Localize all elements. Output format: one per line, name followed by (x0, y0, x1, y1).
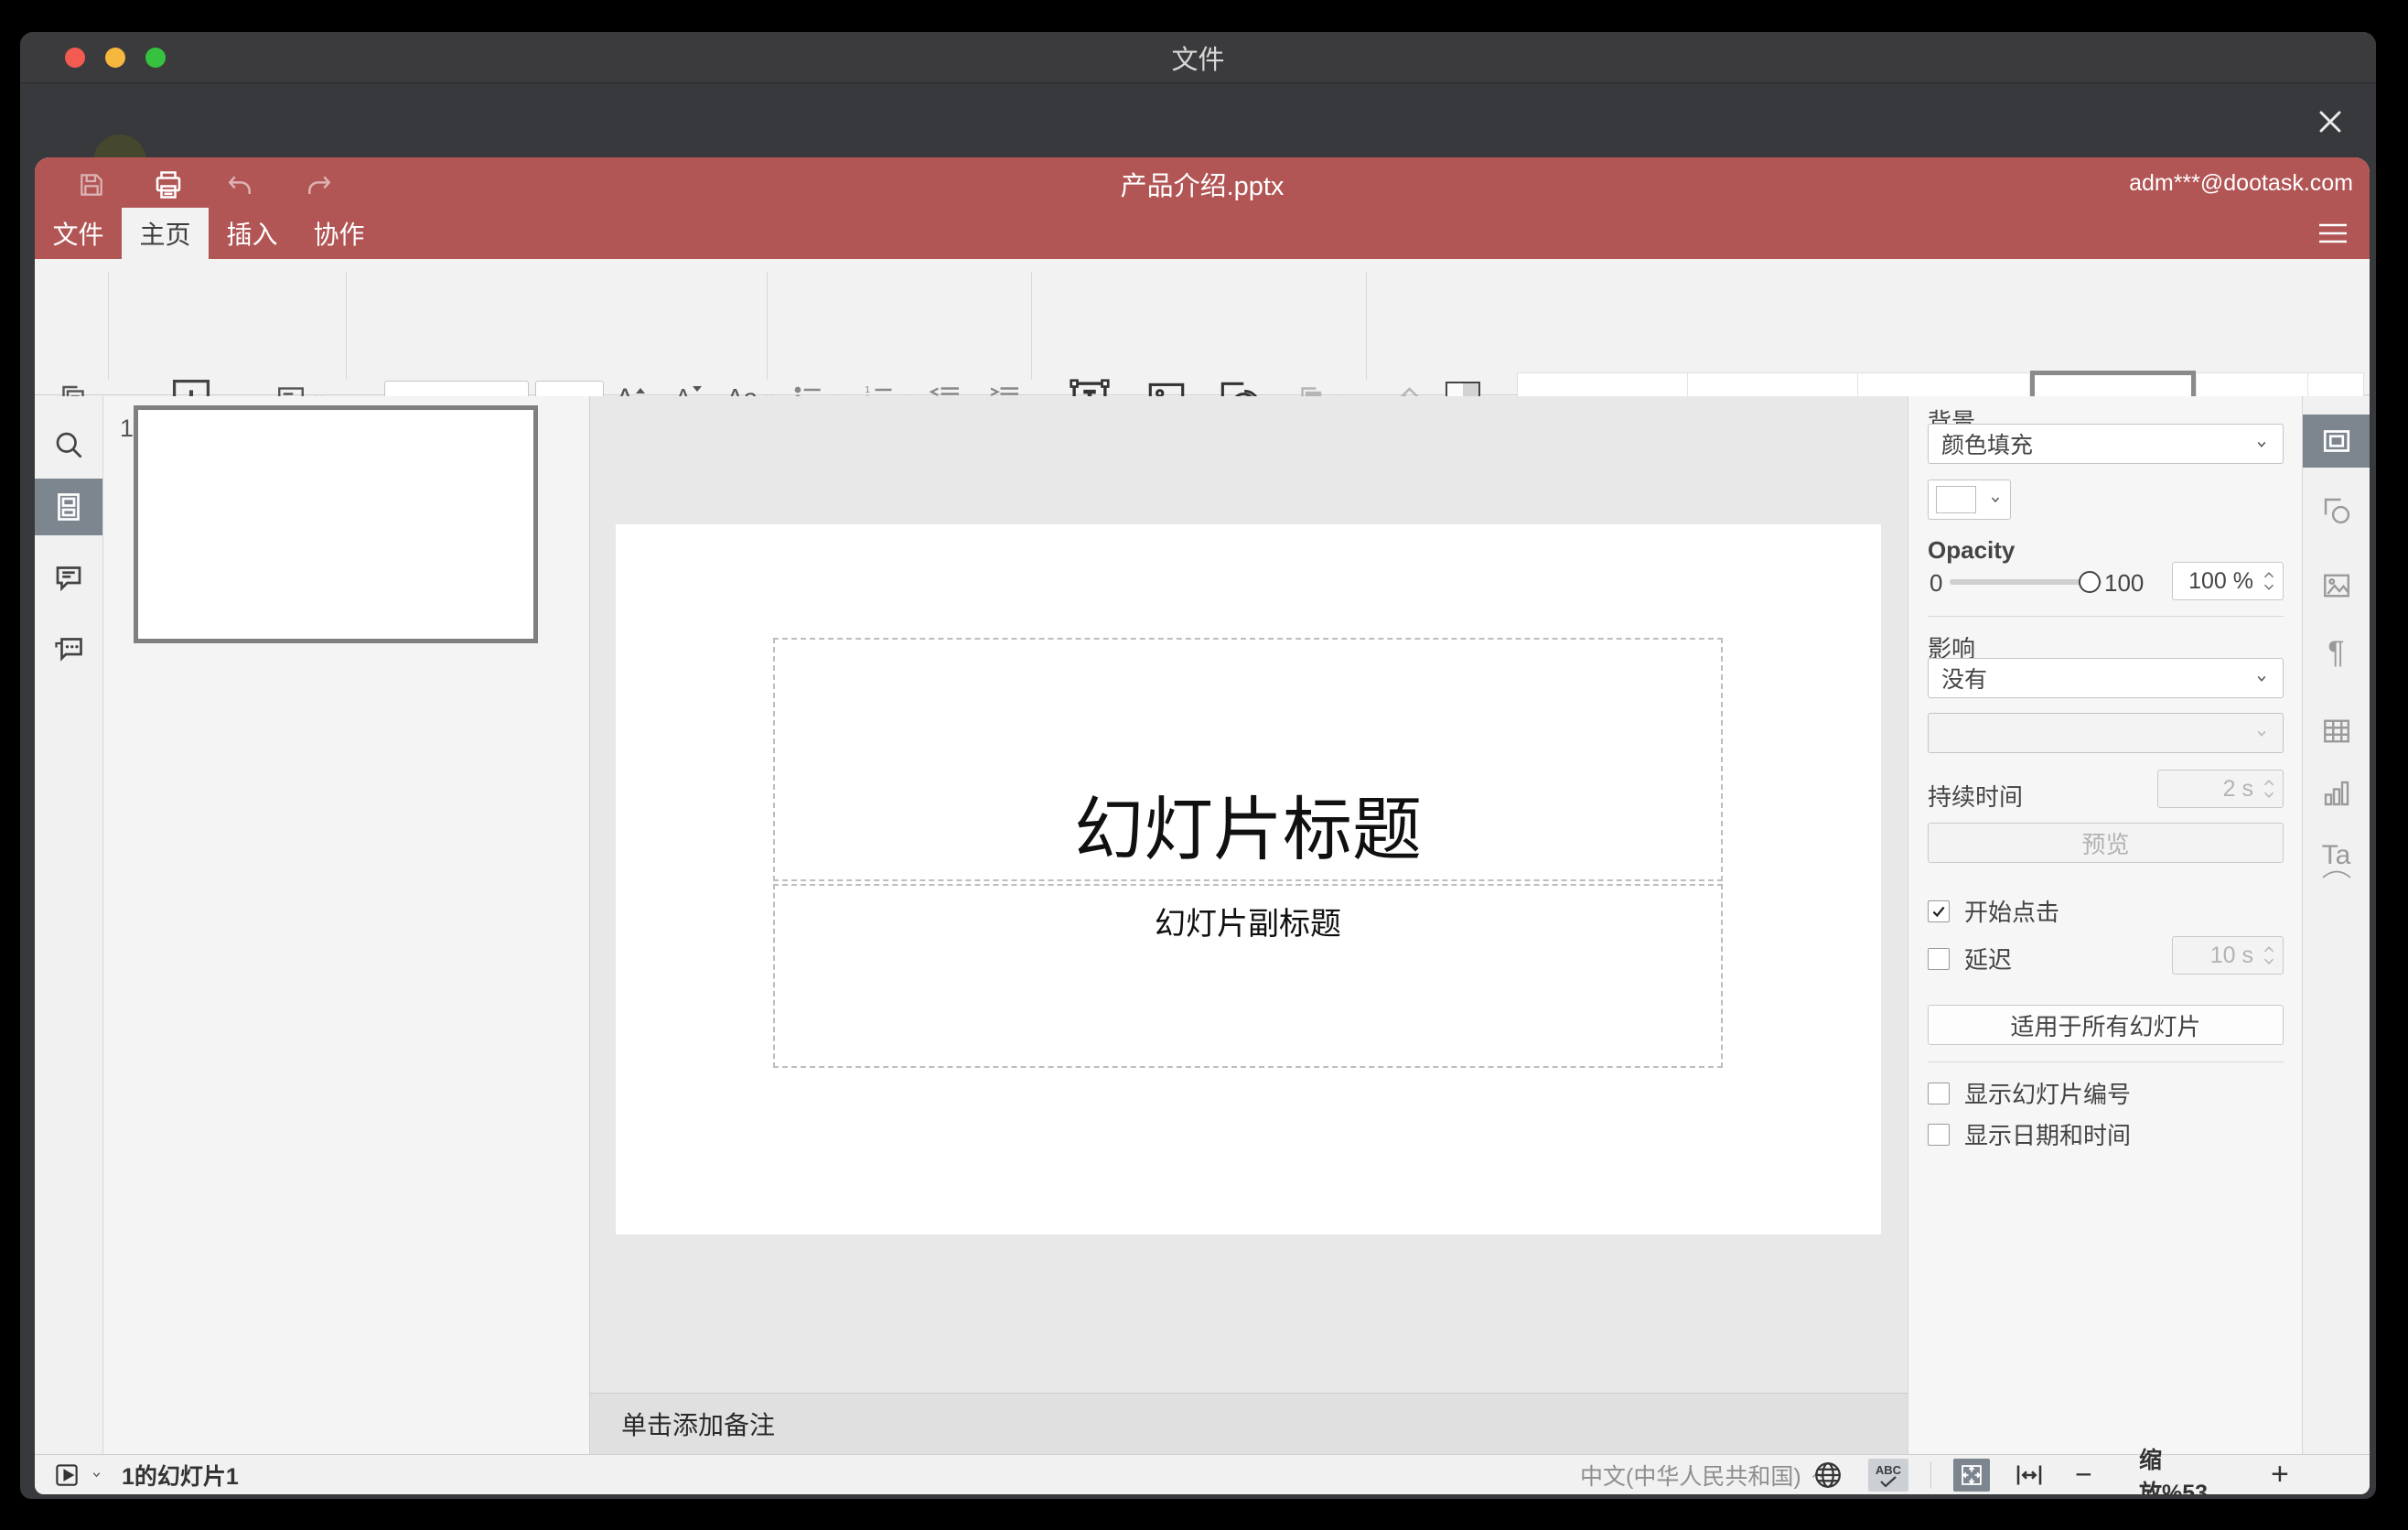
zoom-level[interactable]: 缩放%53 (2139, 1448, 2231, 1495)
effect-select[interactable]: 没有 (1928, 658, 2284, 698)
right-sidebar: ¶ Ta (2302, 396, 2370, 1454)
slides-panel-icon[interactable] (35, 479, 102, 535)
image-settings-icon[interactable] (2303, 559, 2370, 612)
textart-settings-icon[interactable]: Ta (2303, 834, 2370, 887)
paragraph-settings-icon[interactable]: ¶ (2303, 626, 2370, 679)
macos-titlebar: 文件 (20, 32, 2376, 83)
chevron-down-icon (2257, 730, 2266, 737)
show-slide-number-row[interactable]: 显示幻灯片编号 (1928, 1076, 2131, 1110)
delay-row[interactable]: 延迟 (1928, 942, 2012, 975)
document-title: 产品介绍.pptx (1120, 172, 1285, 201)
chevron-down-icon (2257, 675, 2266, 682)
chart-settings-icon[interactable] (2303, 767, 2370, 820)
start-on-click-row[interactable]: 开始点击 (1928, 894, 2059, 928)
slide-settings-panel: 背景 颜色填充 Opacity 0 100 100 % 影响 没有 持续时间 2… (1908, 396, 2302, 1454)
apply-to-all-button[interactable]: 适用于所有幻灯片 (1928, 1005, 2284, 1045)
fill-color-swatch-select[interactable] (1928, 479, 2011, 520)
search-icon[interactable] (35, 416, 102, 473)
opacity-input[interactable]: 100 % (2172, 562, 2284, 600)
app-window: 文件 产品介绍.pptx adm***@dootask.com 文件 主页 插入… (20, 32, 2376, 1499)
language-select[interactable]: 中文(中华人民共和国) (1580, 1455, 1823, 1494)
close-icon[interactable] (2310, 102, 2350, 142)
checkbox-checked-icon[interactable] (1928, 900, 1950, 922)
table-settings-icon[interactable] (2303, 705, 2370, 758)
ribbon-separator (1366, 272, 1367, 380)
show-date-time-row[interactable]: 显示日期和时间 (1928, 1117, 2131, 1151)
panel-divider (1928, 1061, 2284, 1062)
tab-insert[interactable]: 插入 (209, 208, 296, 259)
ribbon-tabs: 文件 主页 插入 协作 (35, 208, 382, 259)
tab-file[interactable]: 文件 (35, 208, 122, 259)
opacity-min-label: 0 (1930, 569, 1943, 597)
ribbon-separator (108, 272, 109, 380)
slide-thumbnail-number: 1 (120, 415, 134, 442)
slide-indicator: 1的幻灯片1 (122, 1463, 239, 1490)
fit-to-slide-icon[interactable] (1953, 1455, 1990, 1494)
ribbon-separator (1031, 272, 1032, 380)
slide-settings-icon[interactable] (2303, 415, 2370, 468)
left-sidebar (35, 396, 103, 1454)
notes-placeholder: 单击添加备注 (621, 1411, 776, 1439)
zoom-in-icon[interactable]: + (2271, 1455, 2289, 1494)
color-swatch (1936, 486, 1976, 513)
opacity-slider-thumb[interactable] (2079, 571, 2101, 593)
slide-canvas: 幻灯片标题 幻灯片副标题 (590, 396, 1908, 1393)
fill-type-select[interactable]: 颜色填充 (1928, 424, 2284, 464)
spinner-arrows[interactable] (2263, 779, 2275, 799)
slide-title-placeholder[interactable]: 幻灯片标题 (773, 638, 1723, 881)
duration-label: 持续时间 (1928, 783, 2024, 811)
zoom-out-icon[interactable]: − (2075, 1455, 2092, 1494)
editor-dialog: 产品介绍.pptx adm***@dootask.com 文件 主页 插入 协作 (35, 157, 2370, 1494)
chevron-down-icon (2257, 441, 2266, 447)
tab-home[interactable]: 主页 (122, 208, 209, 259)
status-bar: 1的幻灯片1 中文(中华人民共和国) ABC − 缩放%53 + (35, 1448, 2370, 1495)
checkbox-unchecked-icon[interactable] (1928, 1082, 1950, 1104)
shape-settings-icon[interactable] (2303, 484, 2370, 537)
chevron-down-icon (1991, 497, 2000, 503)
window-title: 文件 (1171, 45, 1225, 75)
spellcheck-icon[interactable]: ABC (1868, 1455, 1908, 1494)
slide-thumbnail[interactable] (134, 405, 538, 643)
slide[interactable]: 幻灯片标题 幻灯片副标题 (616, 524, 1881, 1234)
slide-thumbnails-panel: 1 (103, 396, 590, 1454)
opacity-max-label: 100 (2104, 569, 2145, 597)
status-separator (1930, 1461, 1931, 1489)
spinner-arrows[interactable] (2263, 945, 2275, 965)
chevron-down-icon (92, 1472, 101, 1478)
preview-button[interactable]: 预览 (1928, 823, 2284, 863)
ribbon-separator (767, 272, 768, 380)
ribbon-toolbar: 添加幻灯片 A A Aa B I (35, 259, 2370, 479)
delay-input[interactable]: 10 s (2172, 936, 2284, 975)
checkbox-unchecked-icon[interactable] (1928, 947, 1950, 970)
set-language-icon[interactable] (1811, 1455, 1844, 1494)
header-bar: 产品介绍.pptx adm***@dootask.com 文件 主页 插入 协作 (35, 157, 2370, 259)
comments-icon[interactable] (35, 549, 102, 606)
ribbon-separator (346, 272, 347, 380)
panel-divider (1928, 616, 2284, 617)
effect-type-select[interactable] (1928, 713, 2284, 753)
opacity-label: Opacity (1928, 536, 2016, 564)
tab-collaboration[interactable]: 协作 (296, 208, 382, 259)
checkbox-unchecked-icon[interactable] (1928, 1123, 1950, 1146)
menu-icon[interactable] (2317, 221, 2349, 248)
account-label: adm***@dootask.com (2129, 170, 2353, 196)
chat-icon[interactable] (35, 620, 102, 677)
notes-area[interactable]: 单击添加备注 (590, 1393, 1908, 1454)
spinner-arrows[interactable] (2263, 571, 2275, 591)
slide-subtitle-placeholder[interactable]: 幻灯片副标题 (773, 884, 1723, 1068)
start-slideshow-status-icon[interactable] (53, 1455, 103, 1494)
fit-to-width-icon[interactable] (2013, 1455, 2046, 1494)
duration-input[interactable]: 2 s (2157, 770, 2284, 808)
